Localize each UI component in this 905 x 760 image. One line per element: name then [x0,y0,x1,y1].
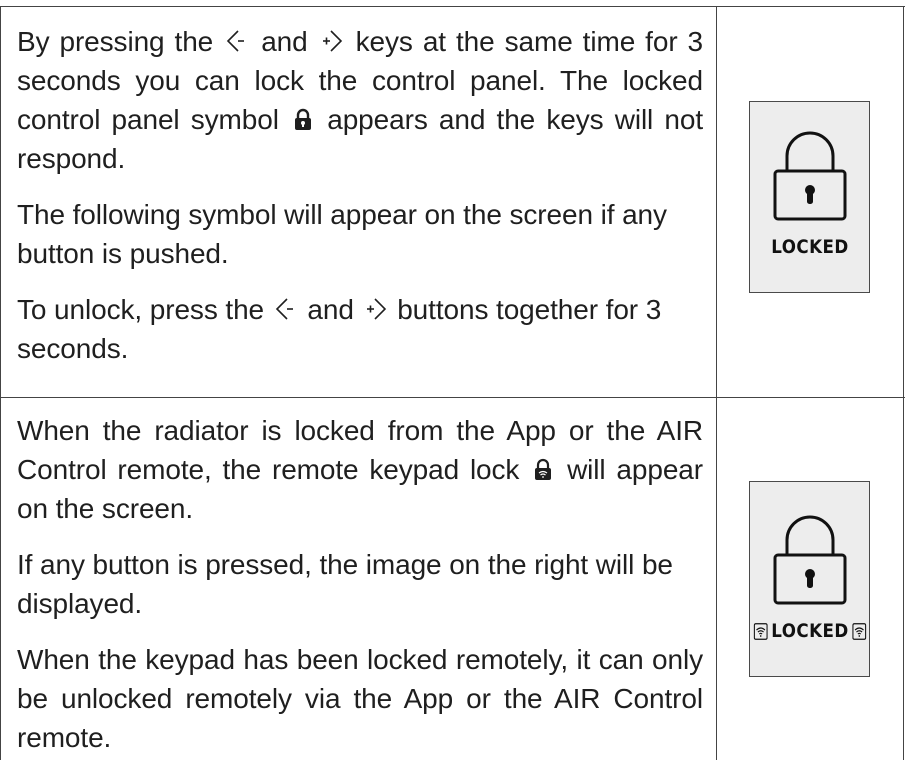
remote-unlock-paragraph: When the keypad has been locked remotely… [17,644,703,753]
wifi-icon [851,622,866,640]
table-row-divider [0,397,905,398]
lock-paragraph: By pressing the and keys at the same tim… [17,22,703,178]
pressed-paragraph: If any button is pressed, the image on t… [17,549,673,619]
minus-key-icon [223,28,251,54]
plus-key-icon [318,28,346,54]
lock-text-2: and [261,26,308,57]
wifi-icon [753,622,768,640]
locked-label: LOCKED [770,236,849,258]
lock-text-1: By pressing the [17,26,214,57]
table-right-border [903,6,904,760]
lock-icon [290,108,316,132]
padlock-icon [773,131,846,221]
unlock-text-1: To unlock, press the [17,294,265,325]
unlock-text-2: and [307,294,354,325]
table-top-border [0,6,905,7]
table-column-divider [716,6,717,760]
remote-locked-label: LOCKED [770,620,849,642]
remote-lock-icon [530,458,556,482]
minus-key-icon [272,296,300,322]
remote-lock-paragraph: When the radiator is locked from the App… [17,411,703,528]
remote-lock-instructions: When the radiator is locked from the App… [17,411,703,757]
padlock-icon [773,515,846,605]
unlock-paragraph: To unlock, press the and buttons togethe… [17,290,703,368]
remote-locked-display-panel: LOCKED [749,481,870,677]
locked-display-panel: LOCKED [749,101,870,293]
lock-instructions: By pressing the and keys at the same tim… [17,22,703,368]
plus-key-icon [362,296,390,322]
remote-locked-label-row: LOCKED [753,620,866,642]
table-left-border [0,6,1,760]
symbol-paragraph: The following symbol will appear on the … [17,199,667,269]
